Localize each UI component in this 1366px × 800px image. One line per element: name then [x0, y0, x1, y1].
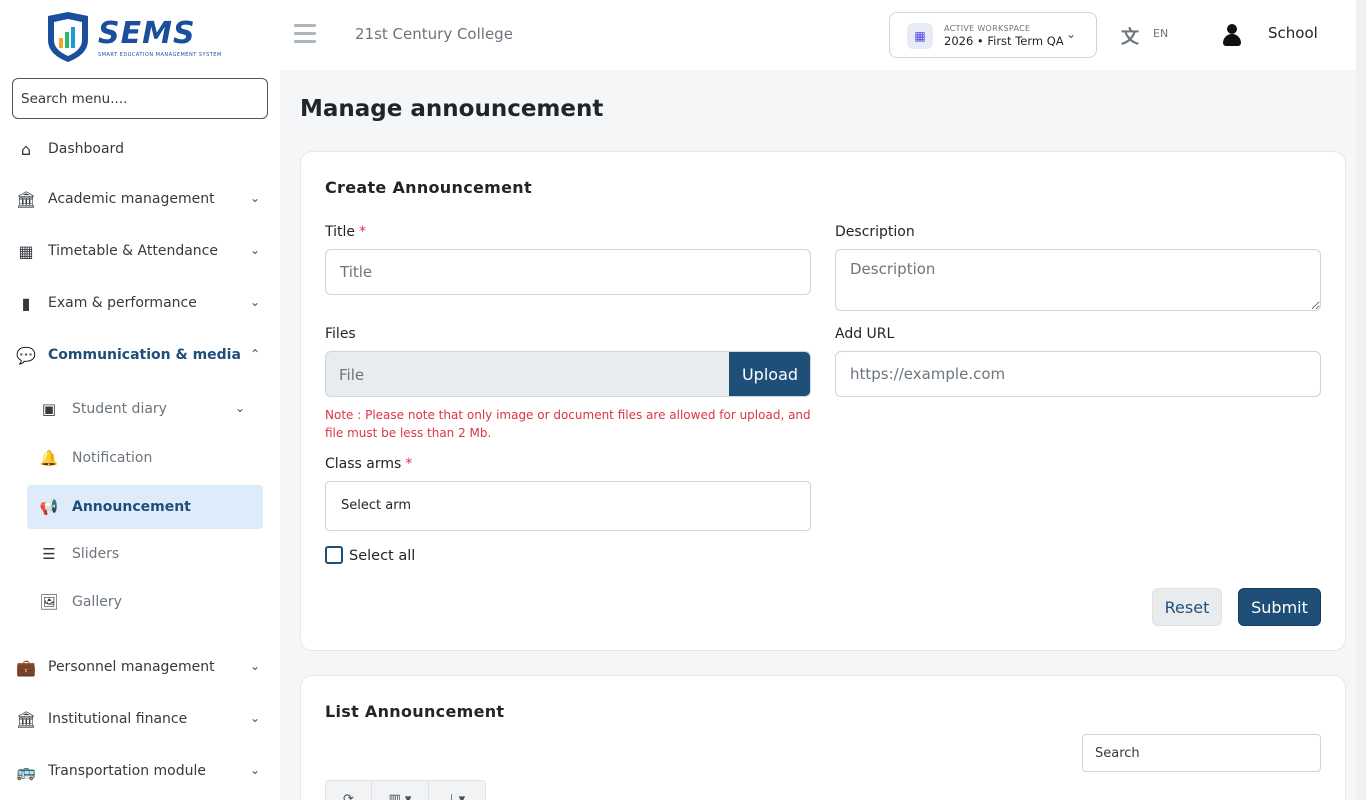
card-title: Create Announcement [325, 178, 532, 197]
workspace-selector[interactable]: ▦ ACTIVE WORKSPACE 2026 • First Term QA … [889, 12, 1097, 58]
chevron-down-icon: ⌄ [250, 659, 261, 673]
institution-icon: 🏛 [16, 710, 37, 729]
sidebar-item-student-diary[interactable]: ▣ Student diary ⌄ [27, 387, 263, 431]
sidebar-item-institutional-finance[interactable]: 🏛 Institutional finance ⌄ [0, 700, 280, 740]
upload-button[interactable]: Upload [729, 352, 810, 396]
logo-text: SEMS [98, 16, 196, 51]
sidebar-item-label: Notification [72, 450, 153, 466]
book-icon: ▮ [21, 294, 31, 313]
sidebar-item-label: Timetable & Attendance [48, 243, 218, 259]
sidebar-item-label: Gallery [72, 594, 122, 610]
sidebar-item-sliders[interactable]: ☰ Sliders [27, 532, 263, 576]
sidebar-item-label: Dashboard [48, 141, 124, 157]
calendar-icon: ▦ [18, 242, 34, 261]
card-title: List Announcement [325, 702, 505, 721]
sidebar-item-label: Institutional finance [48, 711, 188, 727]
page-title: Manage announcement [300, 96, 604, 122]
chevron-down-icon: ⌄ [235, 401, 246, 415]
calendar-icon: ▦ [907, 23, 933, 49]
sidebar-item-label: Personnel management [48, 659, 215, 675]
workspace-value: 2026 • First Term QA [944, 34, 1064, 48]
bullhorn-icon: 📢 [39, 498, 59, 516]
class-arms-label: Class arms * [325, 456, 413, 472]
url-input[interactable] [835, 351, 1321, 397]
bell-icon: 🔔 [39, 449, 59, 467]
submit-button[interactable]: Submit [1238, 588, 1321, 626]
sidebar-item-timetable-attendance[interactable]: ▦ Timetable & Attendance ⌄ [0, 232, 280, 272]
chevron-down-icon: ⌄ [1066, 27, 1077, 41]
sidebar-item-transportation-module[interactable]: 🚌 Transportation module ⌄ [0, 752, 280, 792]
sidebar-item-academic-management[interactable]: 🏛 Academic management ⌄ [0, 180, 280, 220]
file-placeholder: File [339, 366, 365, 384]
sidebar-item-label: Student diary [72, 401, 167, 417]
chevron-down-icon: ⌄ [250, 763, 261, 777]
upload-note: Note : Please note that only image or do… [325, 408, 811, 440]
sidebar-item-label: Communication & media [48, 347, 241, 363]
refresh-icon[interactable]: ⟳ [326, 781, 372, 800]
sidebar-item-exam-performance[interactable]: ▮ Exam & performance ⌄ [0, 284, 280, 324]
images-icon: 🖼 [39, 593, 59, 611]
sidebar-item-notification[interactable]: 🔔 Notification [27, 436, 263, 480]
bus-icon: 🚌 [16, 762, 36, 781]
user-icon[interactable] [1222, 24, 1242, 46]
sidebar-item-label: Sliders [72, 546, 120, 562]
list-search-input[interactable] [1082, 734, 1321, 772]
table-toolbar: ⟳ ▥ ▾ ⤓ ▾ [325, 780, 486, 800]
chevron-down-icon: ⌄ [250, 243, 261, 257]
select-all-label[interactable]: Select all [349, 548, 415, 564]
inbox-icon: ▣ [41, 400, 57, 418]
sidebar-item-label: Exam & performance [48, 295, 197, 311]
select-all-checkbox[interactable] [325, 546, 343, 564]
class-arms-select[interactable]: Select arm [325, 481, 811, 531]
list-icon: ☰ [42, 545, 56, 563]
chevron-up-icon: ⌃ [250, 347, 261, 361]
sidebar-item-dashboard[interactable]: ⌂ Dashboard [0, 130, 280, 170]
required-marker: * [359, 224, 367, 240]
description-label: Description [835, 224, 915, 240]
sems-logo[interactable]: SEMS SMART EDUCATION MANAGEMENT SYSTEM [40, 10, 222, 62]
home-icon: ⌂ [20, 140, 32, 159]
workspace-label: ACTIVE WORKSPACE [944, 24, 1031, 33]
comments-icon: 💬 [16, 346, 36, 365]
chevron-down-icon: ⌄ [250, 711, 261, 725]
sidebar-item-communication-media[interactable]: 💬 Communication & media ⌃ [0, 336, 280, 376]
create-announcement-card: Create Announcement Title* Description F… [300, 151, 1346, 651]
file-input[interactable]: File Upload [325, 351, 811, 397]
chevron-down-icon: ⌄ [250, 295, 261, 309]
search-menu-input[interactable] [12, 78, 268, 119]
logo-subtitle: SMART EDUCATION MANAGEMENT SYSTEM [98, 52, 222, 58]
menu-toggle-icon[interactable] [294, 24, 316, 44]
columns-icon[interactable]: ▥ ▾ [372, 781, 429, 800]
top-header: SEMS SMART EDUCATION MANAGEMENT SYSTEM 2… [0, 0, 1366, 70]
description-textarea[interactable] [835, 249, 1321, 311]
sidebar-item-label: Transportation module [48, 763, 207, 779]
user-name[interactable]: School [1268, 24, 1318, 42]
title-label: Title * [325, 224, 367, 240]
sidebar-item-personnel-management[interactable]: 💼 Personnel management ⌄ [0, 648, 280, 688]
briefcase-icon: 💼 [16, 658, 36, 677]
institution-icon: 🏛 [16, 190, 37, 209]
sidebar-item-gallery[interactable]: 🖼 Gallery [27, 580, 263, 624]
sidebar-item-announcement[interactable]: 📢 Announcement [27, 485, 263, 529]
reset-button[interactable]: Reset [1152, 588, 1222, 626]
sidebar-item-label: Academic management [48, 191, 215, 207]
required-marker: * [405, 456, 413, 472]
files-label: Files [325, 326, 356, 342]
page-scrollbar[interactable] [1356, 0, 1366, 800]
url-label: Add URL [835, 326, 895, 342]
chevron-down-icon: ⌄ [250, 191, 261, 205]
sidebar: ⌂ Dashboard 🏛 Academic management ⌄ ▦ Ti… [0, 70, 280, 800]
download-icon[interactable]: ⤓ ▾ [429, 781, 485, 800]
college-name: 21st Century College [355, 25, 513, 43]
translate-icon[interactable]: 文 [1121, 23, 1139, 49]
list-announcement-card: List Announcement ⟳ ▥ ▾ ⤓ ▾ [300, 675, 1346, 800]
language-code[interactable]: EN [1153, 27, 1168, 40]
title-input[interactable] [325, 249, 811, 295]
sidebar-item-label: Announcement [72, 499, 191, 515]
select-placeholder: Select arm [341, 498, 411, 513]
logo-emblem-icon [48, 12, 88, 62]
